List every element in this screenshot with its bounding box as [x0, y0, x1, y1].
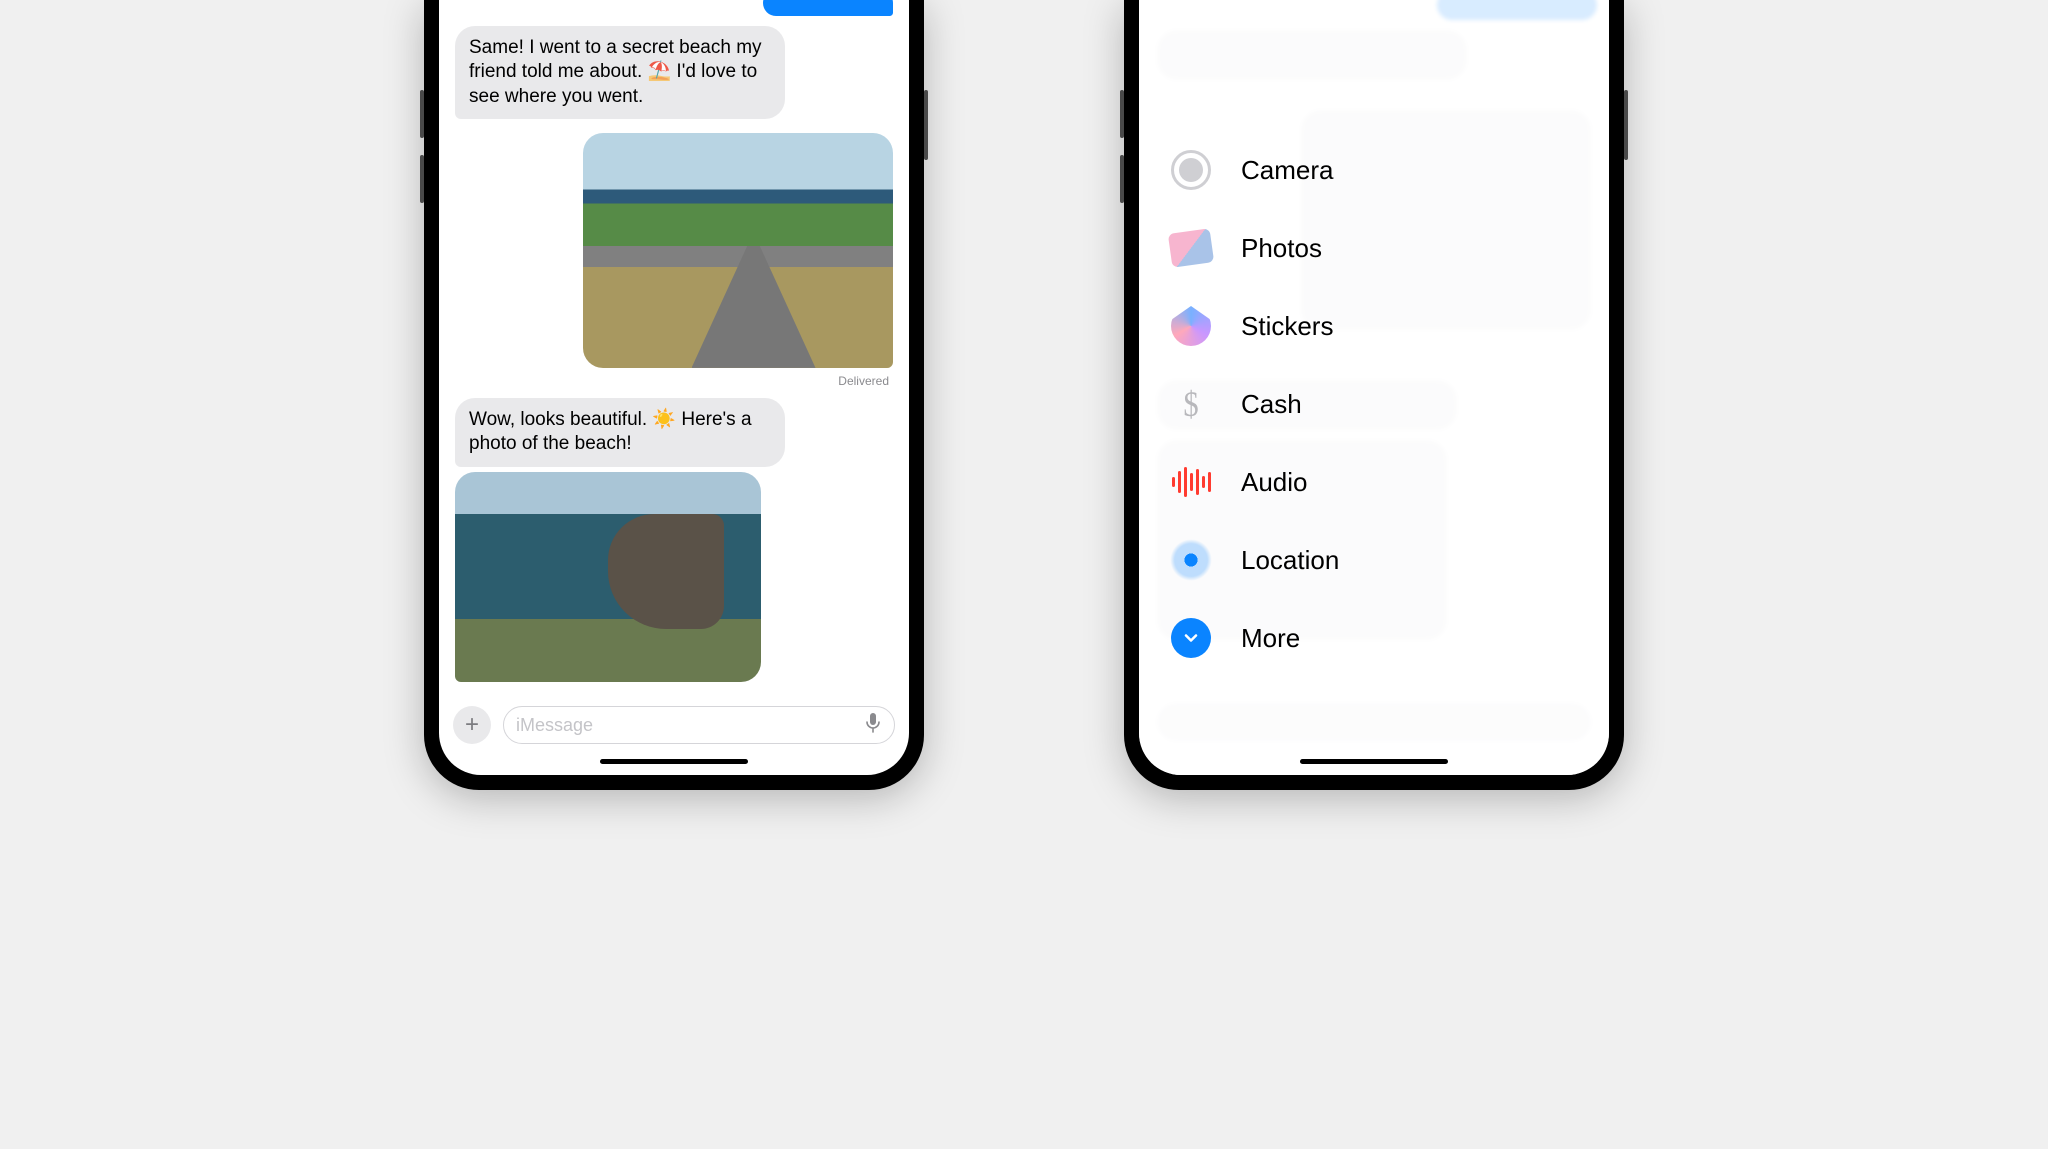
drawer-item-photos[interactable]: Photos [1169, 226, 1339, 270]
dictation-button[interactable] [864, 712, 882, 739]
drawer-label: Audio [1241, 467, 1308, 498]
app-drawer: Camera Photos Stickers $ Cash Audio [1169, 148, 1339, 660]
location-icon [1169, 538, 1213, 582]
drawer-label: Location [1241, 545, 1339, 576]
more-icon [1169, 616, 1213, 660]
sent-photo-1[interactable] [583, 133, 893, 368]
drawer-item-camera[interactable]: Camera [1169, 148, 1339, 192]
drawer-label: Photos [1241, 233, 1322, 264]
received-photo-1[interactable] [455, 472, 761, 682]
phone-frame-left: Same! I went to a secret beach my friend… [424, 0, 924, 790]
microphone-icon [864, 712, 882, 734]
received-bubble-1[interactable]: Same! I went to a secret beach my friend… [455, 26, 785, 119]
message-composer: + iMessage [439, 701, 909, 749]
chevron-down-icon [1181, 628, 1201, 648]
drawer-label: Cash [1241, 389, 1302, 420]
cash-icon: $ [1169, 382, 1213, 426]
phone-frame-right: Camera Photos Stickers $ Cash Audio [1124, 0, 1624, 790]
home-indicator[interactable] [600, 759, 748, 764]
camera-icon [1169, 148, 1213, 192]
received-bubble-2[interactable]: Wow, looks beautiful. ☀️ Here's a photo … [455, 398, 785, 467]
message-text: Wow, looks beautiful. ☀️ Here's a photo … [469, 409, 752, 454]
apps-button[interactable]: + [453, 706, 491, 744]
home-indicator[interactable] [1300, 759, 1448, 764]
plus-icon: + [465, 711, 479, 739]
audio-icon [1169, 460, 1213, 504]
drawer-item-more[interactable]: More [1169, 616, 1339, 660]
input-placeholder: iMessage [516, 715, 864, 736]
message-input[interactable]: iMessage [503, 706, 895, 744]
drawer-item-stickers[interactable]: Stickers [1169, 304, 1339, 348]
delivery-status: Delivered [838, 374, 889, 388]
drawer-label: Stickers [1241, 311, 1333, 342]
screen-messages: Same! I went to a secret beach my friend… [439, 0, 909, 775]
drawer-item-location[interactable]: Location [1169, 538, 1339, 582]
drawer-label: More [1241, 623, 1300, 654]
stickers-icon [1169, 304, 1213, 348]
photos-icon [1169, 226, 1213, 270]
message-thread[interactable]: Same! I went to a secret beach my friend… [439, 0, 909, 697]
drawer-item-cash[interactable]: $ Cash [1169, 382, 1339, 426]
screen-app-drawer: Camera Photos Stickers $ Cash Audio [1139, 0, 1609, 775]
sent-bubble-partial[interactable] [763, 0, 893, 16]
drawer-item-audio[interactable]: Audio [1169, 460, 1339, 504]
message-text: Same! I went to a secret beach my friend… [469, 37, 762, 107]
drawer-label: Camera [1241, 155, 1333, 186]
